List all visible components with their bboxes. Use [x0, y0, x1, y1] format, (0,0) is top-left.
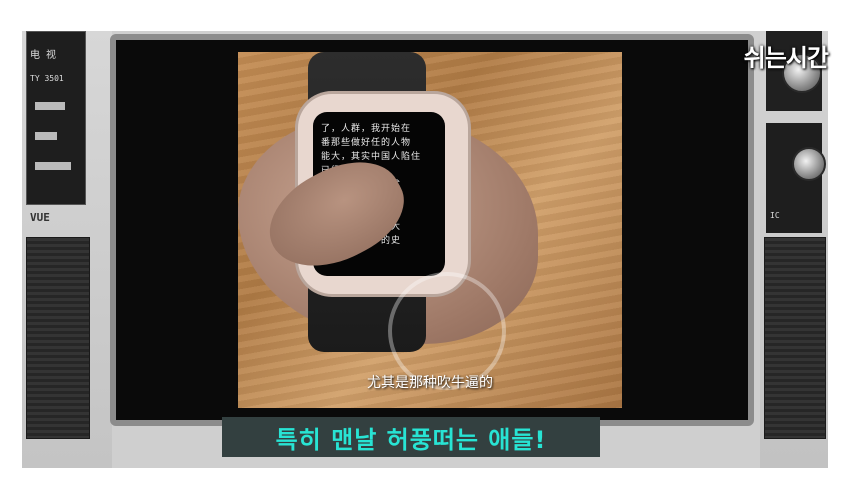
right-speaker-grille — [764, 237, 826, 439]
slider-mark — [35, 132, 57, 140]
slider-mark — [35, 162, 71, 170]
left-control-panel: 电 视 TY 3501 VUE — [22, 31, 112, 468]
video-frame: 了，人群，我开始在 番那些做好任的人物 能大，其实中国人陷住 已经人的面孔 都已… — [238, 52, 622, 408]
chinese-subtitle: 尤其是那种吹牛逼的 — [367, 375, 493, 391]
retro-tv-frame: 电 视 TY 3501 VUE 了，人群，我开始在 番那些做好任的人物 能大，其… — [22, 31, 828, 468]
tuner-knob-icon — [792, 147, 826, 181]
right-control-panel: IC — [760, 31, 828, 468]
left-dial-block: 电 视 TY 3501 — [26, 31, 86, 205]
slider-mark — [35, 102, 65, 110]
right-label-text: IC — [770, 211, 780, 220]
channel-logo: 쉬는시간 — [743, 44, 829, 72]
korean-caption: 특히 맨날 허풍떠는 애들! — [275, 425, 547, 454]
korean-caption-box: 특히 맨날 허풍떠는 애들! — [222, 417, 600, 457]
tv-brand-text: 电 视 — [30, 50, 57, 61]
tv-screen: 了，人群，我开始在 番那些做好任的人物 能大，其实中国人陷住 已经人的面孔 都已… — [110, 34, 754, 426]
tv-mark-text: VUE — [30, 211, 50, 224]
tv-model-text: TY 3501 — [30, 74, 64, 83]
left-speaker-grille — [26, 237, 90, 439]
tuner-block: IC — [766, 123, 826, 233]
